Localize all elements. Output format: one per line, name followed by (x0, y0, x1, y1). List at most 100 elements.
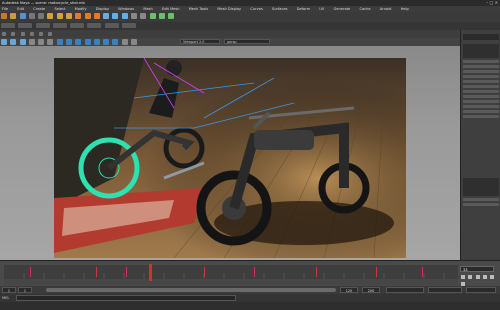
attribute-field[interactable] (463, 70, 499, 73)
shelf-tab[interactable] (1, 23, 15, 28)
new-scene-icon[interactable] (1, 13, 7, 19)
menu-item-mesh-tools[interactable]: Mesh Tools (187, 7, 208, 11)
shading-menu-icon[interactable] (11, 32, 16, 36)
textured-icon[interactable] (75, 39, 82, 45)
menu-item-cache[interactable]: Cache (357, 7, 370, 11)
select-by-object-icon[interactable] (56, 13, 63, 19)
playhead[interactable] (149, 264, 153, 281)
minimize-icon[interactable]: – (486, 0, 488, 5)
attribute-field[interactable] (463, 60, 499, 63)
camera-attributes-icon[interactable] (1, 39, 7, 45)
menu-item-create[interactable]: Create (31, 7, 45, 11)
character-set-dropdown[interactable] (466, 287, 496, 293)
animation-end-field[interactable]: 200 (362, 287, 380, 293)
renderer-dropdown[interactable]: Viewport 2.0 (180, 39, 220, 44)
menu-item-curves[interactable]: Curves (248, 7, 262, 11)
range-slider-handle[interactable] (46, 288, 336, 292)
time-slider-track[interactable] (4, 265, 458, 279)
attribute-field[interactable] (463, 110, 499, 113)
wireframe-icon[interactable] (56, 39, 63, 45)
menu-item-generate[interactable]: Generate (331, 7, 350, 11)
menu-item-display[interactable]: Display (94, 7, 109, 11)
grid-icon[interactable] (28, 39, 35, 45)
attribute-field[interactable] (463, 115, 499, 118)
undo-icon[interactable] (28, 13, 35, 19)
menu-item-help[interactable]: Help (399, 7, 409, 11)
menu-item-windows[interactable]: Windows (116, 7, 134, 11)
step-back-icon[interactable] (468, 275, 473, 279)
menu-item-edit[interactable]: Edit (15, 7, 24, 11)
command-language-label[interactable]: MEL (2, 295, 9, 301)
playback-start-field[interactable]: 1 (18, 287, 32, 293)
film-gate-icon[interactable] (38, 39, 45, 45)
attribute-field[interactable] (463, 105, 499, 108)
maximize-icon[interactable]: □ (490, 0, 494, 5)
shelf-tab[interactable] (35, 23, 50, 28)
anti-aliasing-icon[interactable] (112, 39, 119, 45)
attribute-editor-icon[interactable] (149, 13, 156, 19)
snap-to-grid-icon[interactable] (75, 13, 82, 19)
render-settings-icon[interactable] (121, 13, 128, 19)
tool-settings-icon[interactable] (158, 13, 165, 19)
channel-box-icon[interactable] (168, 13, 175, 19)
menu-item-mesh-display[interactable]: Mesh Display (215, 7, 241, 11)
use-all-lights-icon[interactable] (84, 39, 91, 45)
smooth-shade-icon[interactable] (65, 39, 72, 45)
camera-dropdown[interactable]: persp (224, 39, 270, 44)
outliner-list[interactable] (463, 44, 499, 58)
save-scene-icon[interactable] (19, 13, 26, 19)
modeling-toolkit-icon[interactable] (140, 13, 147, 19)
ipr-render-icon[interactable] (112, 13, 119, 19)
render-frame-icon[interactable] (103, 13, 110, 19)
play-forward-icon[interactable] (482, 275, 487, 279)
attribute-field[interactable] (463, 75, 499, 78)
shadows-icon[interactable] (93, 39, 100, 45)
viewport-panel[interactable] (0, 46, 460, 260)
select-by-hierarchy-icon[interactable] (47, 13, 54, 19)
snap-to-point-icon[interactable] (93, 13, 100, 19)
menu-item-deform[interactable]: Deform (295, 7, 310, 11)
menu-item-file[interactable]: File (0, 7, 8, 11)
menu-item-mesh[interactable]: Mesh (141, 7, 152, 11)
hypershade-icon[interactable] (130, 13, 137, 19)
command-input[interactable] (16, 295, 236, 301)
playback-end-field[interactable]: 120 (340, 287, 358, 293)
fps-dropdown[interactable] (386, 287, 424, 293)
menu-item-modify[interactable]: Modify (73, 7, 87, 11)
close-icon[interactable]: ✕ (495, 0, 498, 5)
menu-item-uv[interactable]: UV (317, 7, 324, 11)
animation-start-field[interactable]: 1 (2, 287, 16, 293)
go-to-start-icon[interactable] (461, 275, 465, 279)
panels-menu-icon[interactable] (48, 32, 53, 36)
view-menu-icon[interactable] (2, 32, 6, 36)
open-scene-icon[interactable] (10, 13, 17, 19)
attribute-field[interactable] (463, 65, 499, 68)
shelf-tab[interactable] (52, 23, 67, 28)
attribute-tab-bar[interactable] (463, 34, 499, 40)
xray-icon[interactable] (130, 39, 137, 45)
attribute-field[interactable] (463, 95, 499, 98)
attribute-field[interactable] (463, 100, 499, 103)
menu-item-arnold[interactable]: Arnold (378, 7, 392, 11)
bookmarks-icon[interactable] (10, 39, 17, 45)
current-frame-field[interactable]: 33 (460, 266, 494, 272)
isolate-select-icon[interactable] (121, 39, 128, 45)
resolution-gate-icon[interactable] (47, 39, 54, 45)
shelf-tab[interactable] (104, 23, 119, 28)
redo-icon[interactable] (38, 13, 45, 19)
lighting-menu-icon[interactable] (20, 32, 25, 36)
show-menu-icon[interactable] (29, 32, 34, 36)
attribute-field[interactable] (463, 80, 499, 83)
menu-item-edit-mesh[interactable]: Edit Mesh (160, 7, 180, 11)
snap-to-curve-icon[interactable] (84, 13, 91, 19)
step-forward-icon[interactable] (490, 275, 495, 279)
attribute-field[interactable] (463, 90, 499, 93)
anim-layer-dropdown[interactable] (428, 287, 462, 293)
menu-item-select[interactable]: Select (52, 7, 65, 11)
play-back-icon[interactable] (475, 275, 480, 279)
layer-editor[interactable] (463, 178, 499, 196)
menu-item-surfaces[interactable]: Surfaces (270, 7, 288, 11)
renderer-menu-icon[interactable] (39, 32, 44, 36)
image-plane-icon[interactable] (19, 39, 26, 45)
shelf-tab[interactable] (70, 23, 85, 28)
